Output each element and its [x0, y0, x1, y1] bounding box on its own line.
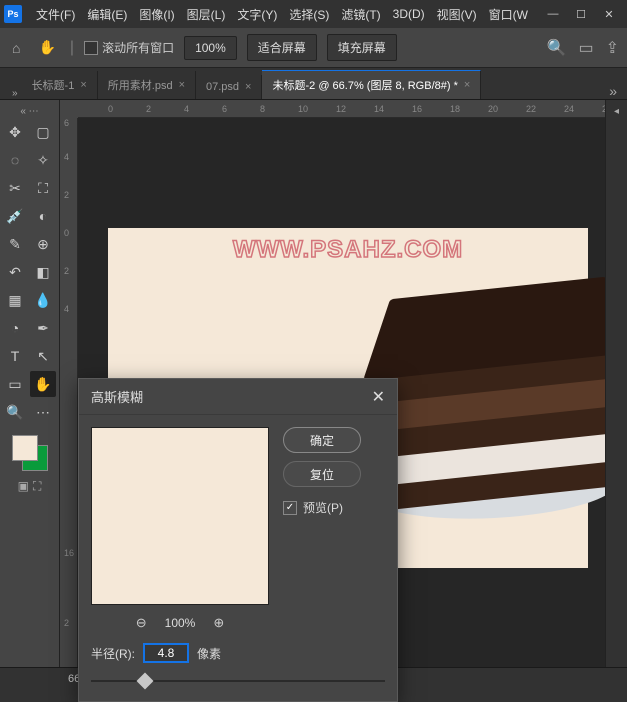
preview-zoom-value: 100%	[165, 616, 196, 630]
dodge-tool[interactable]: ◔	[2, 315, 28, 341]
menu-bar: Ps 文件(F) 编辑(E) 图像(I) 图层(L) 文字(Y) 选择(S) 滤…	[0, 0, 627, 28]
marquee-tool[interactable]: ▢	[30, 119, 56, 145]
menu-edit[interactable]: 编辑(E)	[81, 6, 133, 23]
doc-tab-2[interactable]: 07.psd ×	[196, 75, 262, 99]
magic-wand-tool[interactable]: ✧	[30, 147, 56, 173]
slider-thumb[interactable]	[137, 673, 154, 690]
right-panel-strip: ◂	[605, 100, 627, 667]
search-icon[interactable]: 🔍	[547, 38, 567, 58]
reset-button[interactable]: 复位	[283, 461, 361, 487]
frame-tool[interactable]: ⛶	[30, 175, 56, 201]
path-select-tool[interactable]: ↖	[30, 343, 56, 369]
close-icon[interactable]: ×	[80, 79, 86, 91]
app-logo: Ps	[4, 5, 22, 23]
menu-layer[interactable]: 图层(L)	[181, 6, 232, 23]
watermark-text: WWW.PSAHZ.COM	[233, 236, 463, 264]
pen-tool[interactable]: ✒	[30, 315, 56, 341]
lasso-tool[interactable]: ◌	[2, 147, 28, 173]
doc-tab-1[interactable]: 所用素材.psd ×	[98, 71, 196, 99]
dialog-title: 高斯模糊	[91, 387, 143, 406]
tabs-toggle-icon[interactable]: »	[8, 88, 22, 99]
radius-unit: 像素	[197, 645, 221, 662]
gaussian-blur-dialog: 高斯模糊 ✕ ⊖ 100% ⊕ 确定 复位 ✓ 预览(P)	[78, 378, 398, 702]
screen-mode-icon[interactable]: ⛶	[33, 479, 41, 494]
panel-toggle-icon[interactable]: ◂	[614, 106, 619, 117]
foreground-swatch[interactable]	[12, 435, 38, 461]
menu-window[interactable]: 窗口(W	[483, 6, 534, 23]
preview-checkbox-label: 预览(P)	[303, 499, 343, 516]
menu-file[interactable]: 文件(F)	[30, 6, 81, 23]
close-icon[interactable]: ×	[464, 79, 470, 91]
close-icon[interactable]: ×	[179, 79, 185, 91]
vertical-ruler[interactable]: 0 2 2 4 6 4 16 2	[60, 118, 78, 667]
move-tool[interactable]: ✥	[2, 119, 28, 145]
home-icon[interactable]: ⌂	[8, 36, 24, 60]
zoom-tool[interactable]: 🔍	[2, 399, 28, 425]
fill-screen-button[interactable]: 填充屏幕	[327, 34, 397, 61]
stamp-tool[interactable]: ⊕	[30, 231, 56, 257]
menu-image[interactable]: 图像(I)	[133, 6, 180, 23]
fit-screen-button[interactable]: 适合屏幕	[247, 34, 317, 61]
healing-tool[interactable]: ◐	[30, 203, 56, 229]
eraser-tool[interactable]: ◧	[30, 259, 56, 285]
tab-label: 未标题-2 @ 66.7% (图层 8, RGB/8#) *	[272, 77, 457, 93]
close-window-button[interactable]: ✕	[595, 4, 623, 24]
hand-tool-icon[interactable]: ✋	[34, 35, 59, 60]
shape-tool[interactable]: ▭	[2, 371, 28, 397]
preview-checkbox[interactable]: ✓	[283, 501, 297, 515]
doc-tab-active[interactable]: 未标题-2 @ 66.7% (图层 8, RGB/8#) * ×	[262, 70, 481, 99]
eyedropper-tool[interactable]: 💉	[2, 203, 28, 229]
radius-slider[interactable]	[91, 675, 385, 687]
minimize-button[interactable]: —	[539, 4, 567, 24]
gradient-tool[interactable]: ▦	[2, 287, 28, 313]
edit-toolbar[interactable]: ⋯	[30, 399, 56, 425]
history-brush-tool[interactable]: ↶	[2, 259, 28, 285]
tabs-overflow-icon[interactable]: »	[599, 83, 627, 99]
options-bar: ⌂ ✋ | 滚动所有窗口 100% 适合屏幕 填充屏幕 🔍 ▭ ⇪	[0, 28, 627, 68]
menu-view[interactable]: 视图(V)	[431, 6, 483, 23]
color-swatches[interactable]	[12, 435, 48, 471]
close-icon[interactable]: ×	[245, 81, 251, 93]
quick-mask-icon[interactable]: ▣	[18, 479, 29, 494]
blur-tool[interactable]: 💧	[30, 287, 56, 313]
tab-label: 07.psd	[206, 81, 239, 93]
scroll-all-label: 滚动所有窗口	[102, 39, 174, 56]
type-tool[interactable]: T	[2, 343, 28, 369]
menu-3d[interactable]: 3D(D)	[387, 7, 431, 21]
share-icon[interactable]: ⇪	[606, 38, 619, 58]
doc-tab-0[interactable]: 长标题-1 ×	[22, 71, 98, 99]
maximize-button[interactable]: ☐	[567, 4, 595, 24]
radius-label: 半径(R):	[91, 645, 135, 662]
blur-preview[interactable]	[91, 427, 269, 605]
tools-panel: « ⋯ ✥ ▢ ◌ ✧ ✂ ⛶ 💉 ◐ ✎ ⊕ ↶ ◧ ▦ 💧 ◔	[0, 100, 60, 667]
dialog-close-icon[interactable]: ✕	[372, 387, 385, 407]
tab-label: 所用素材.psd	[108, 77, 173, 93]
document-tabs: » 长标题-1 × 所用素材.psd × 07.psd × 未标题-2 @ 66…	[0, 68, 627, 100]
menu-type[interactable]: 文字(Y)	[231, 6, 283, 23]
menu-filter[interactable]: 滤镜(T)	[335, 6, 386, 23]
cake-image	[368, 268, 588, 528]
radius-input[interactable]	[143, 643, 189, 663]
ruler-origin[interactable]	[60, 100, 78, 118]
tab-label: 长标题-1	[32, 77, 75, 93]
horizontal-ruler[interactable]: 0 2 4 6 8 10 12 14 16 18 20 22 24 26	[78, 100, 605, 118]
hand-tool[interactable]: ✋	[30, 371, 56, 397]
crop-tool[interactable]: ✂	[2, 175, 28, 201]
zoom-100-button[interactable]: 100%	[184, 36, 237, 60]
zoom-out-icon[interactable]: ⊖	[136, 615, 147, 631]
workspace-icon[interactable]: ▭	[578, 38, 593, 58]
brush-tool[interactable]: ✎	[2, 231, 28, 257]
tool-collapse-icon[interactable]: « ⋯	[2, 104, 57, 119]
menu-select[interactable]: 选择(S)	[283, 6, 335, 23]
zoom-in-icon[interactable]: ⊕	[213, 615, 224, 631]
scroll-all-checkbox[interactable]	[84, 41, 98, 55]
ok-button[interactable]: 确定	[283, 427, 361, 453]
